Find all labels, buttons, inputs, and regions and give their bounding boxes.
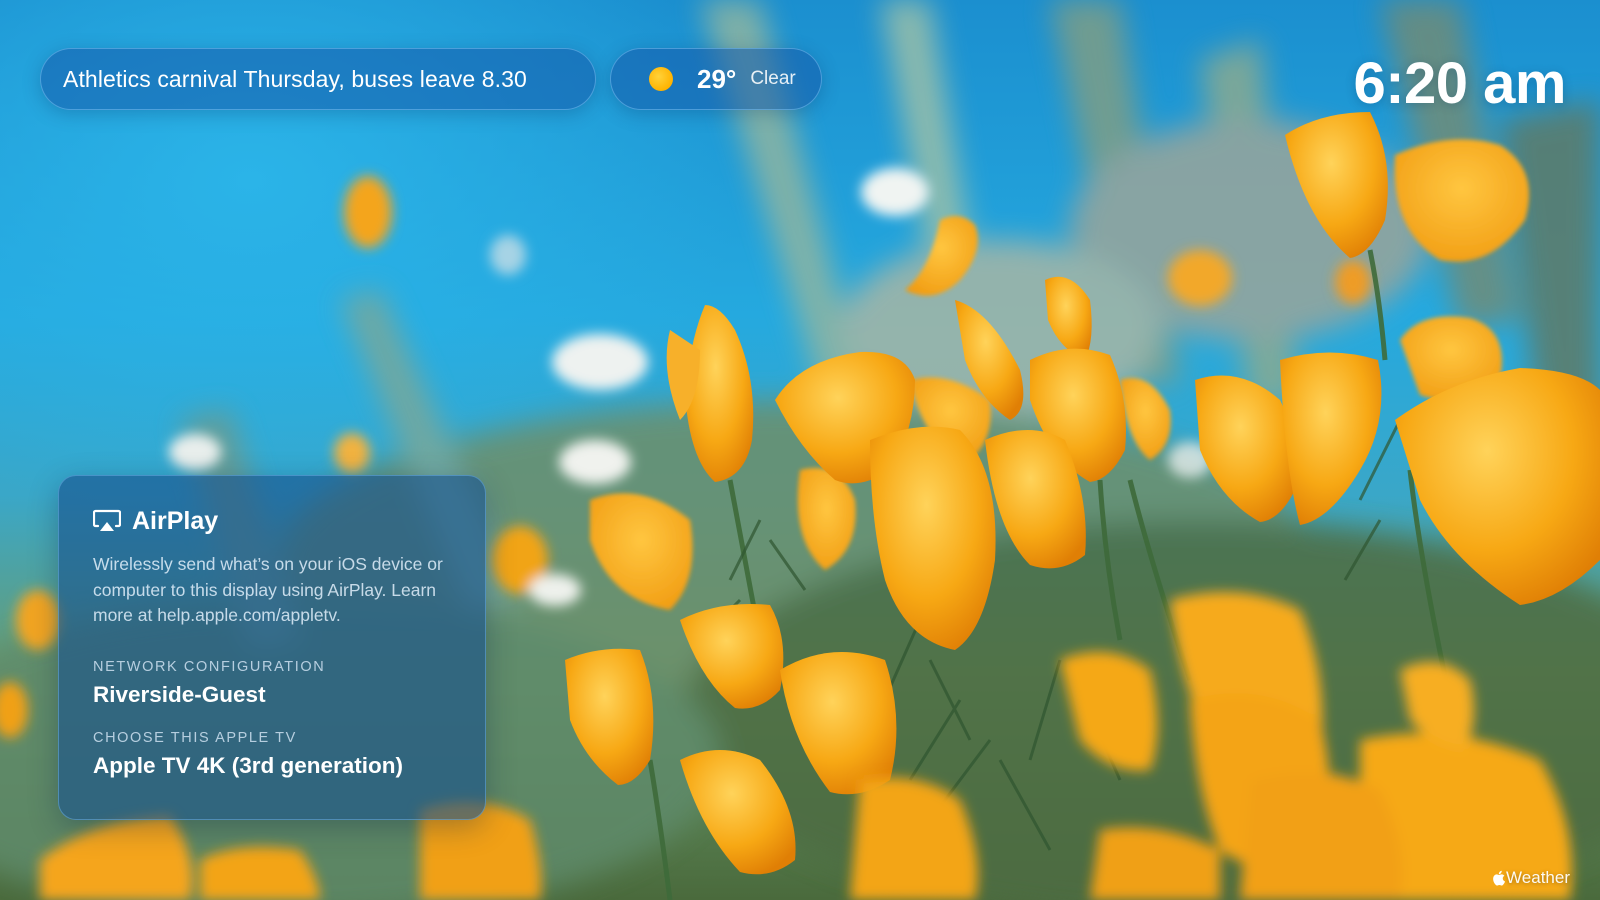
choose-apple-tv-label: CHOOSE THIS APPLE TV xyxy=(93,729,297,746)
airplay-card-header: AirPlay xyxy=(93,504,451,538)
weather-condition: Clear xyxy=(750,68,796,89)
apple-logo-icon xyxy=(1493,870,1506,886)
sun-icon xyxy=(649,67,673,91)
airplay-icon xyxy=(93,509,121,531)
network-configuration-label: NETWORK CONFIGURATION xyxy=(93,658,326,675)
airplay-info-card: AirPlay Wirelessly send what’s on your i… xyxy=(58,475,486,820)
weather-attribution: Weather xyxy=(1492,868,1570,888)
apple-tv-device-name: Apple TV 4K (3rd generation) xyxy=(93,752,404,778)
network-name: Riverside-Guest xyxy=(93,681,266,707)
temperature-value: 29° xyxy=(697,63,737,94)
announcement-text: Athletics carnival Thursday, buses leave… xyxy=(63,65,527,92)
airplay-description: Wirelessly send what’s on your iOS devic… xyxy=(93,554,443,625)
airplay-title: AirPlay xyxy=(132,506,219,535)
clock-time: 6:20 am xyxy=(1353,51,1566,116)
announcement-banner: Athletics carnival Thursday, buses leave… xyxy=(40,48,596,110)
weather-widget: 29° Clear xyxy=(610,48,822,110)
weather-credit-text: Weather xyxy=(1506,868,1570,887)
